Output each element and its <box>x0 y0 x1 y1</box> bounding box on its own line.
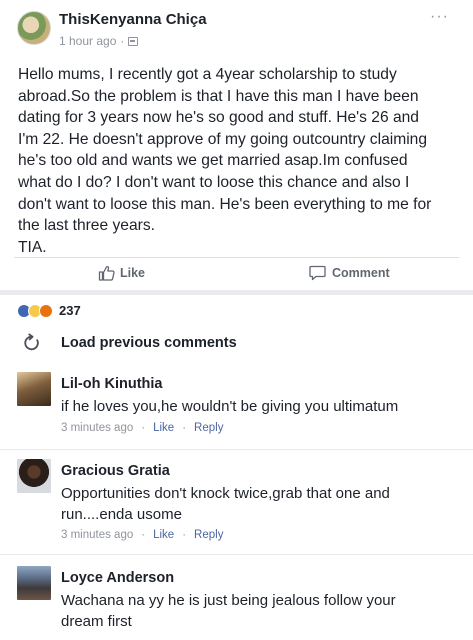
comment-time[interactable]: 3 minutes ago <box>61 422 133 434</box>
comment-time[interactable]: 3 minutes ago <box>61 529 133 541</box>
load-previous-comments[interactable]: Load previous comments <box>22 333 237 353</box>
like-button-label: Like <box>120 266 146 280</box>
comment-text: dream first <box>61 613 132 630</box>
post-text-line: I'm 22. He doesn't approve of my going o… <box>18 130 428 148</box>
comment-meta: 3 minutes ago · Like · Reply <box>61 422 224 434</box>
post-text-line: he's too old and wants we get married as… <box>18 152 408 170</box>
commenter-avatar[interactable] <box>17 459 51 493</box>
post-meta: 1 hour ago · <box>59 34 139 48</box>
post-text-line: don't want to loose this man. He's been … <box>18 195 432 213</box>
post-header: ThisKenyanna Chiça 1 hour ago · ··· <box>0 0 473 58</box>
commenter-name[interactable]: Gracious Gratia <box>61 463 170 479</box>
action-bar: Like Comment <box>0 258 473 290</box>
comment-like-link[interactable]: Like <box>153 529 174 541</box>
commenter-name[interactable]: Loyce Anderson <box>61 570 174 586</box>
comment-meta: 3 minutes ago · Like · Reply <box>61 529 224 541</box>
comment-divider <box>0 449 473 450</box>
comment-bubble-icon <box>309 265 326 281</box>
comment-text: if he loves you,he wouldn't be giving yo… <box>61 398 399 415</box>
public-globe-icon <box>128 36 139 46</box>
angry-reaction-icon <box>39 303 53 318</box>
comment-button-label: Comment <box>332 266 390 280</box>
post-text-line: dating for 3 years now he's so good and … <box>18 109 419 127</box>
thumbs-up-icon <box>98 266 115 281</box>
post-text-line: what do I do? I don't want to loose this… <box>18 173 410 191</box>
reaction-count: 237 <box>59 303 81 318</box>
commenter-avatar[interactable] <box>17 372 51 406</box>
refresh-icon <box>24 333 39 351</box>
comment-button[interactable]: Comment <box>309 265 390 281</box>
comment-divider <box>0 554 473 555</box>
post-author-name[interactable]: ThisKenyanna Chiça <box>59 11 207 28</box>
author-avatar[interactable] <box>17 11 51 45</box>
post-text-line: TIA. <box>18 238 47 256</box>
comment-reply-link[interactable]: Reply <box>194 529 223 541</box>
reactions-summary[interactable]: 237 <box>17 303 81 318</box>
load-previous-label: Load previous comments <box>61 335 237 351</box>
post-text-line: the last three years. <box>18 217 155 235</box>
comment-reply-link[interactable]: Reply <box>194 422 223 434</box>
more-options-icon[interactable]: ··· <box>430 8 449 26</box>
like-button[interactable]: Like <box>98 265 145 281</box>
post-body: Hello mums, I recently got a 4year schol… <box>18 64 458 258</box>
commenter-avatar[interactable] <box>17 566 51 600</box>
commenter-name[interactable]: Lil-oh Kinuthia <box>61 376 162 392</box>
comment-like-link[interactable]: Like <box>153 422 174 434</box>
meta-separator: · <box>120 34 125 48</box>
comment-text: Wachana na yy he is just being jealous f… <box>61 592 396 609</box>
post-timestamp[interactable]: 1 hour ago <box>59 34 116 48</box>
post-text-line: abroad.So the problem is that I have thi… <box>18 87 419 105</box>
post-text-line: Hello mums, I recently got a 4year schol… <box>18 66 397 83</box>
comment-text: Opportunities don't knock twice,grab tha… <box>61 485 390 502</box>
section-separator <box>0 290 473 295</box>
comment-text: run....enda usome <box>61 506 182 523</box>
